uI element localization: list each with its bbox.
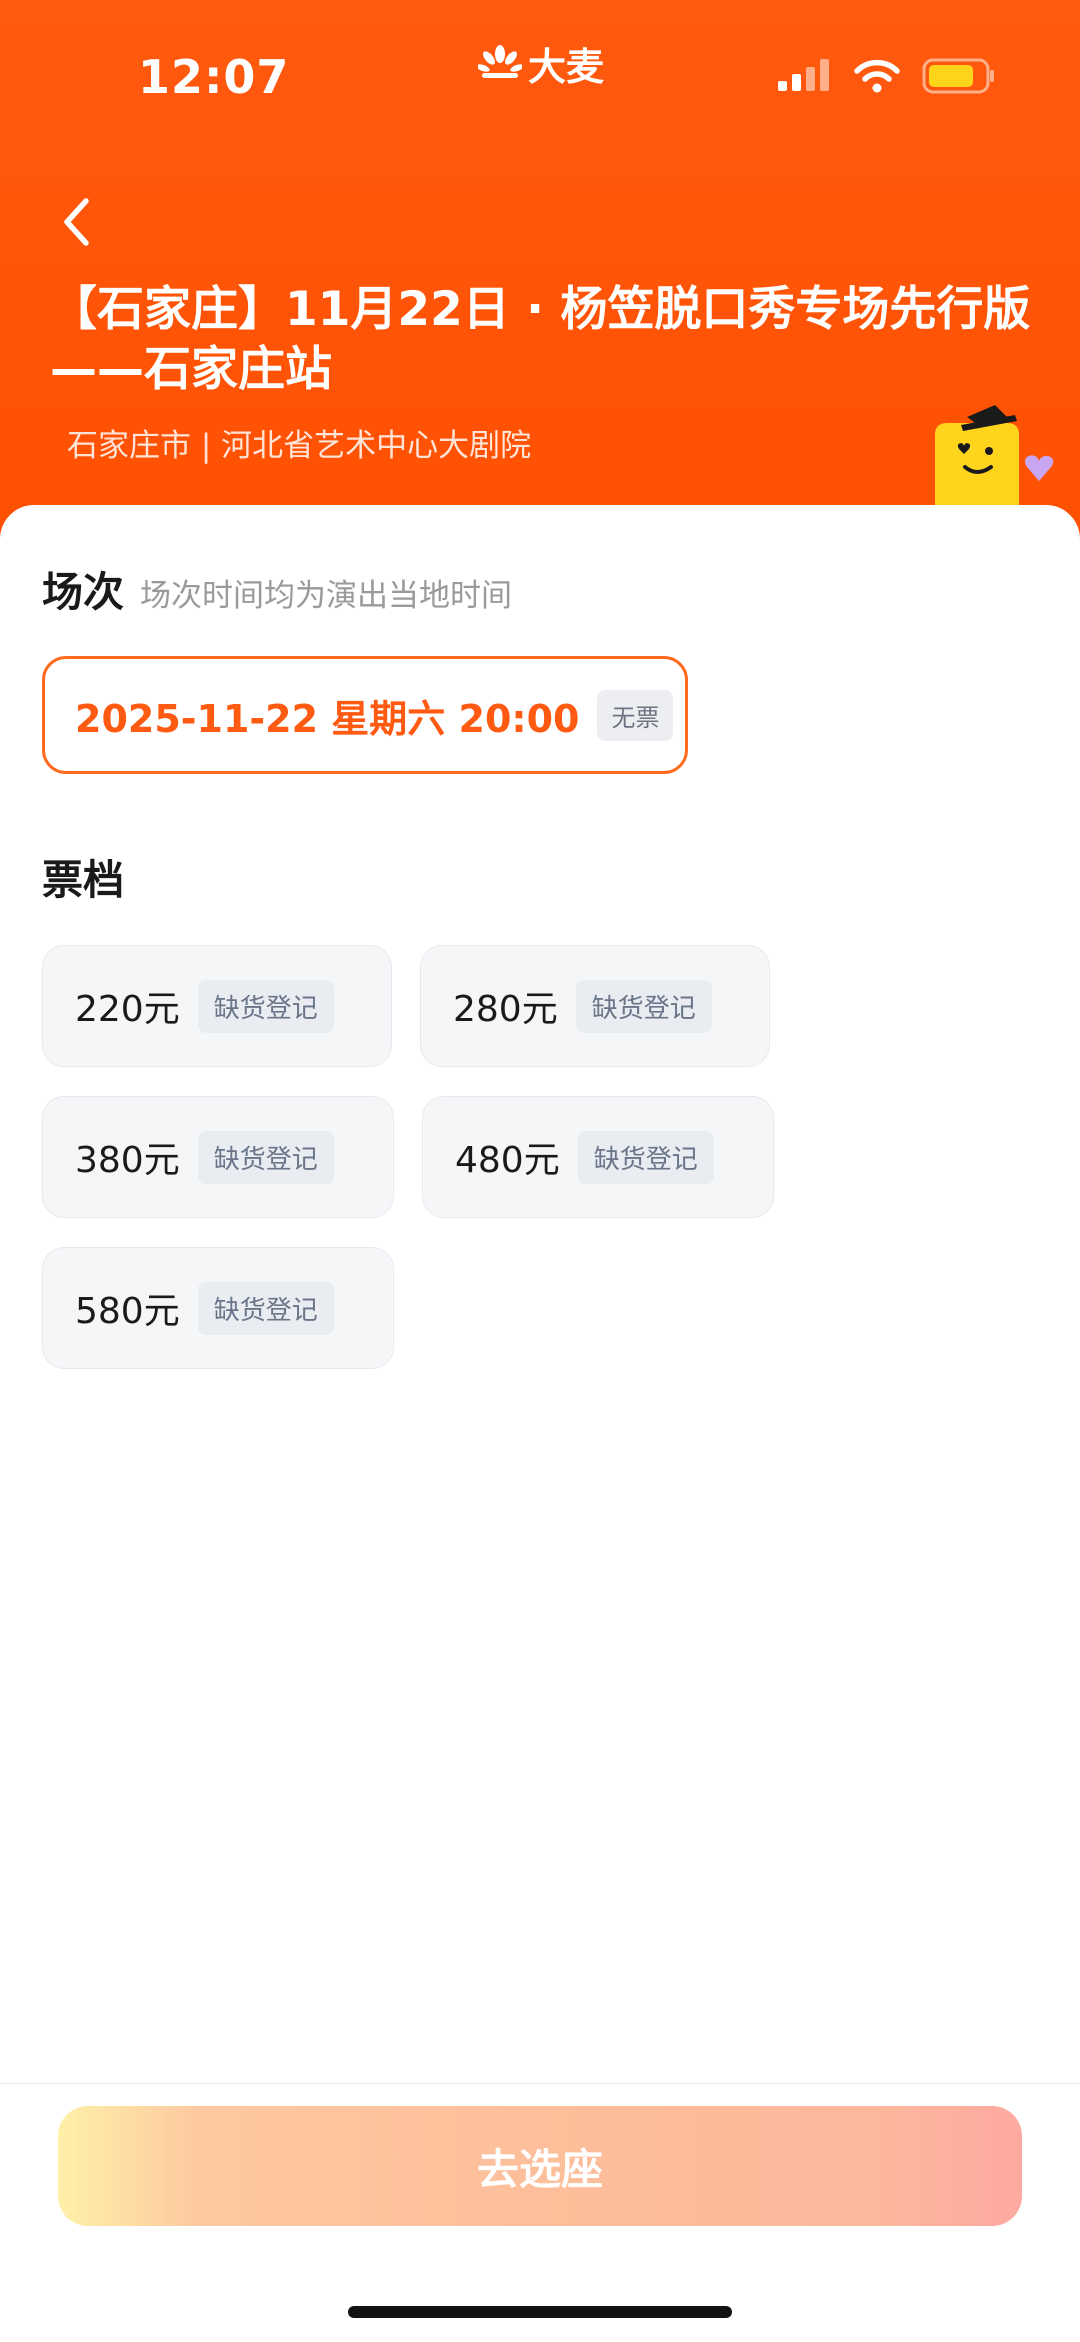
price-option-280[interactable]: 280元 缺货登记 — [420, 945, 770, 1067]
home-indicator — [348, 2306, 732, 2318]
event-title-line1: 【石家庄】11月22日 · 杨笠脱口秀专场先行版 — [50, 282, 1031, 337]
wifi-icon — [854, 59, 900, 93]
event-venue: 石家庄市 | 河北省艺术中心大剧院 — [67, 428, 532, 464]
battery-icon — [922, 58, 994, 94]
price-label: 280元 — [453, 989, 558, 1030]
price-option-580[interactable]: 580元 缺货登记 — [42, 1247, 394, 1369]
back-button[interactable] — [52, 190, 100, 254]
session-section-header: 场次 场次时间均为演出当地时间 — [42, 558, 512, 618]
price-label: 220元 — [75, 989, 180, 1030]
chevron-left-icon — [64, 198, 89, 246]
waitlist-badge: 缺货登记 — [575, 979, 712, 1033]
price-label: 580元 — [75, 1291, 180, 1332]
waitlist-badge: 缺货登记 — [197, 979, 334, 1033]
content-sheet — [0, 505, 1080, 2341]
session-option[interactable]: 2025-11-22 星期六 20:00 无票 — [42, 656, 688, 774]
session-section-title: 场次 — [42, 568, 124, 616]
session-section-subtitle: 场次时间均为演出当地时间 — [140, 578, 512, 614]
price-option-220[interactable]: 220元 缺货登记 — [42, 945, 392, 1067]
waitlist-badge: 缺货登记 — [577, 1130, 714, 1184]
status-icons — [778, 58, 996, 94]
ticket-section-title: 票档 — [42, 856, 124, 904]
waitlist-badge: 缺货登记 — [197, 1130, 334, 1184]
ticket-section-header: 票档 — [42, 846, 124, 906]
event-title-line2: ——石家庄站 — [50, 342, 332, 397]
brand-logo: 大麦 — [478, 38, 605, 89]
price-label: 380元 — [75, 1140, 180, 1181]
brand-name: 大麦 — [528, 44, 605, 89]
damai-logo-icon — [478, 45, 522, 78]
price-label: 480元 — [455, 1140, 560, 1181]
event-header: 12:07 大麦 【石家庄】11月22日 · 杨笠脱口秀专场先行版 ——石家庄站… — [0, 0, 1080, 560]
no-ticket-badge: 无票 — [597, 689, 674, 741]
session-date: 2025-11-22 星期六 20:00 — [75, 696, 580, 741]
price-option-480[interactable]: 480元 缺货登记 — [422, 1096, 774, 1218]
select-seat-button[interactable]: 去选座 — [58, 2106, 1022, 2226]
status-time: 12:07 — [138, 50, 290, 104]
waitlist-badge: 缺货登记 — [197, 1281, 334, 1335]
event-title: 【石家庄】11月22日 · 杨笠脱口秀专场先行版 ——石家庄站 — [50, 280, 1040, 400]
cellular-signal-icon — [778, 59, 829, 91]
mascot-illustration — [935, 405, 1054, 515]
price-option-380[interactable]: 380元 缺货登记 — [42, 1096, 394, 1218]
